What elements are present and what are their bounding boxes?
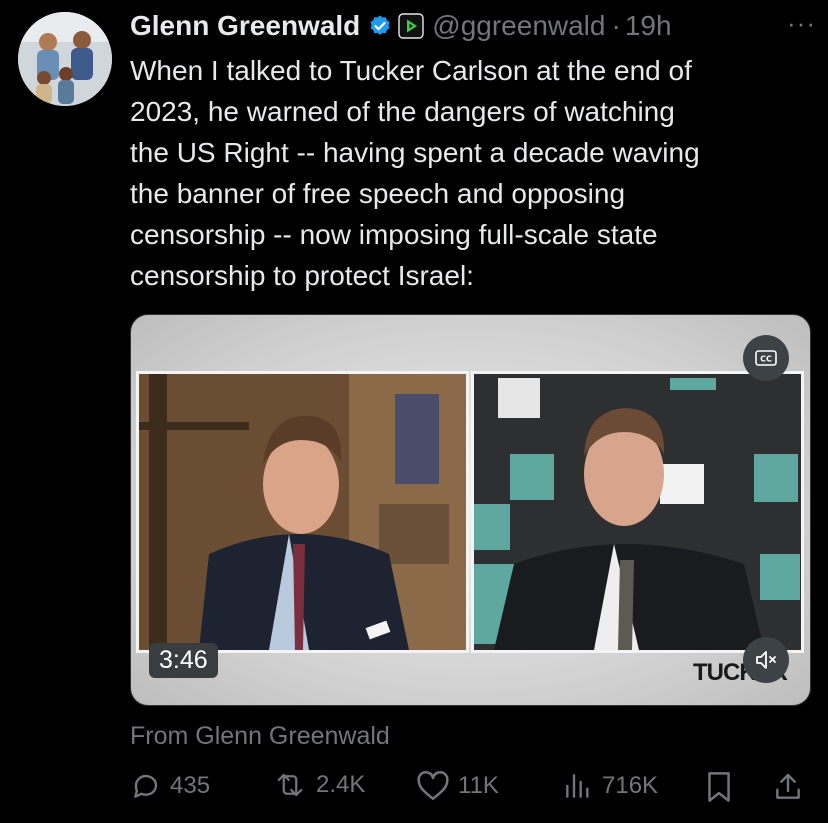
- action-bar: 435 2.4K 11K 716K: [130, 770, 810, 810]
- like-button[interactable]: 11K: [416, 770, 499, 802]
- avatar-photo: [18, 12, 112, 106]
- views-button[interactable]: 716K: [562, 770, 658, 802]
- avatar[interactable]: [18, 12, 112, 106]
- like-count: 11K: [458, 772, 499, 799]
- tweet-time[interactable]: 19h: [625, 10, 672, 42]
- repost-icon: [277, 773, 303, 797]
- cc-label: CC: [760, 355, 772, 364]
- mute-icon[interactable]: [743, 637, 789, 683]
- views-icon: [566, 774, 589, 798]
- author-handle[interactable]: @ggreenwald: [432, 10, 605, 42]
- cc-icon[interactable]: CC: [743, 335, 789, 381]
- bookmark-button[interactable]: [704, 770, 734, 804]
- video-source[interactable]: From Glenn Greenwald: [130, 722, 390, 751]
- separator: ·: [611, 10, 621, 41]
- tweet-header: Glenn Greenwald @ggreenwald · 19h ···: [130, 6, 820, 46]
- video-player[interactable]: CC 3:46 TUCKER: [130, 314, 811, 706]
- tweet-text: When I talked to Tucker Carlson at the e…: [130, 55, 700, 291]
- video-frame-tucker: [136, 371, 469, 653]
- repost-count: 2.4K: [316, 771, 366, 798]
- video-duration: 3:46: [149, 643, 218, 678]
- share-button[interactable]: [772, 770, 804, 804]
- reply-count: 435: [170, 772, 211, 799]
- verified-badge-icon: [368, 14, 392, 38]
- share-icon: [776, 773, 800, 799]
- views-count: 716K: [602, 772, 659, 799]
- bookmark-icon: [708, 772, 730, 802]
- repost-button[interactable]: 2.4K: [272, 770, 365, 800]
- like-icon: [417, 770, 449, 801]
- more-icon[interactable]: ···: [787, 8, 816, 39]
- video-frame-glenn: [471, 371, 804, 653]
- rumble-affiliation-icon[interactable]: [398, 13, 424, 39]
- reply-button[interactable]: 435: [130, 770, 210, 802]
- reply-icon: [134, 774, 158, 798]
- author-name[interactable]: Glenn Greenwald: [130, 10, 360, 42]
